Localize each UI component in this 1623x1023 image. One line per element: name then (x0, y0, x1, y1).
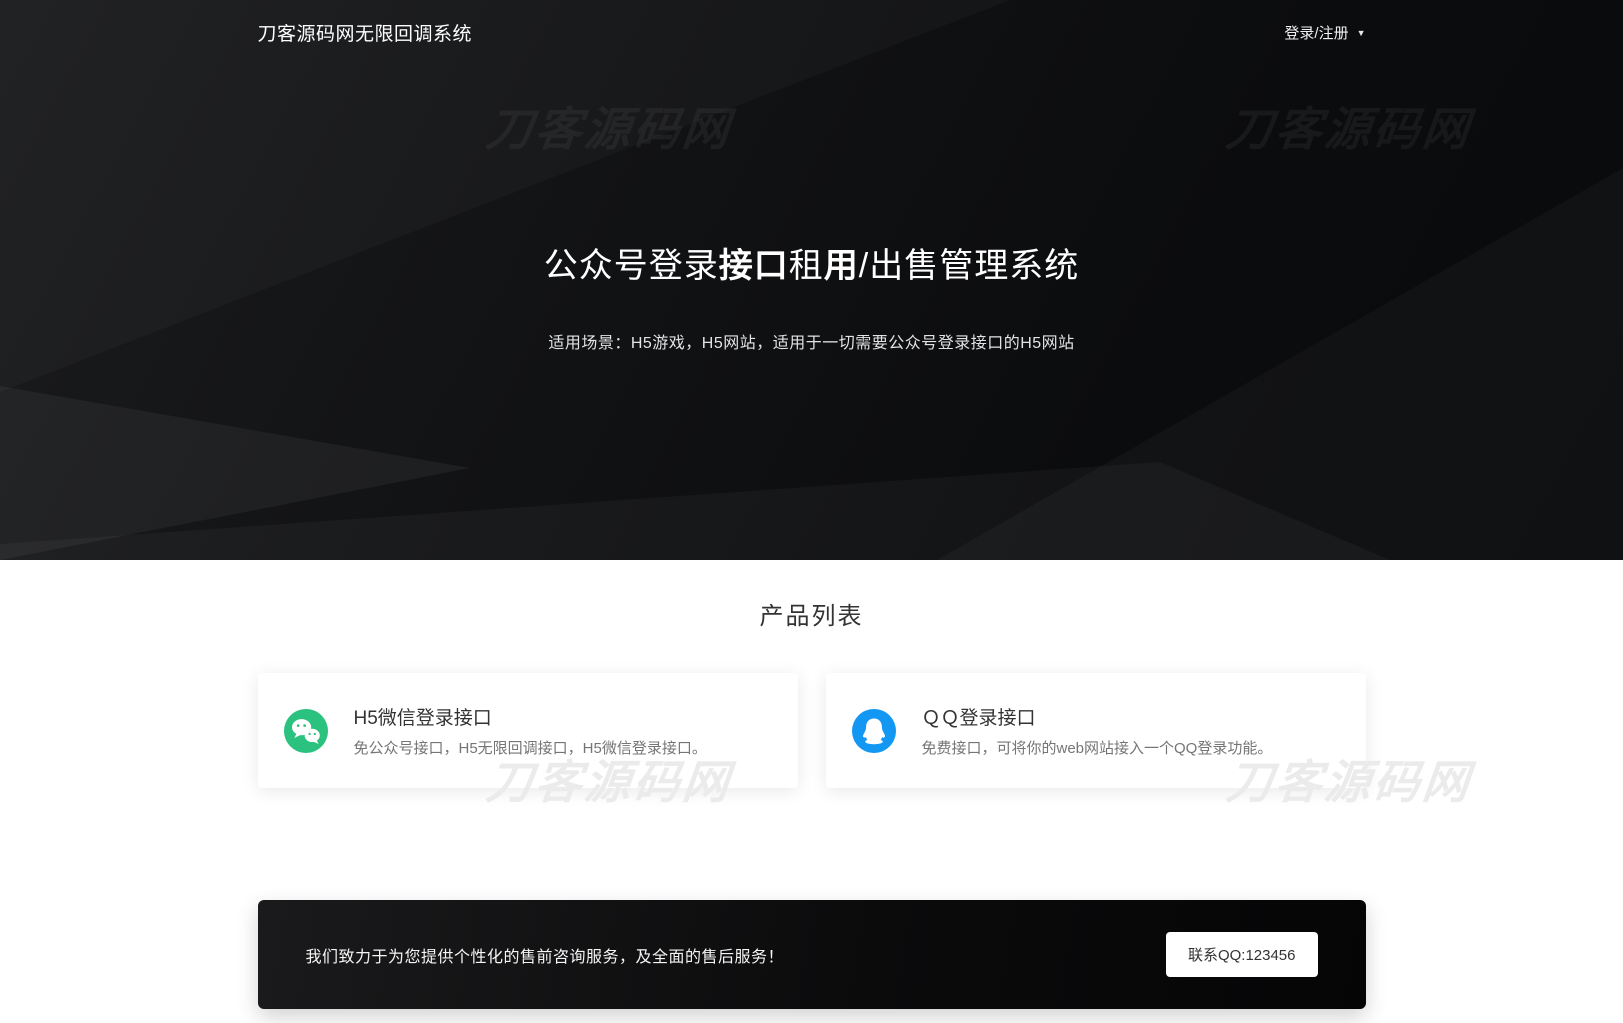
login-register-label: 登录/注册 (1284, 24, 1349, 42)
product-card-list: H5微信登录接口 免公众号接口，H5无限回调接口，H5微信登录接口。 ＱＱ登录接… (257, 673, 1366, 788)
wechat-icon (283, 708, 328, 753)
hero-copy: 公众号登录接口租用/出售管理系统 适用场景：H5游戏，H5网站，适用于一切需要公… (0, 238, 1623, 353)
contact-message: 我们致力于为您提供个性化的售前咨询服务，及全面的售后服务！ (305, 948, 785, 966)
product-description: 免公众号接口，H5无限回调接口，H5微信登录接口。 (353, 740, 707, 757)
qq-icon (851, 708, 896, 753)
product-card-text: ＱＱ登录接口 免费接口，可将你的web网站接入一个QQ登录功能。 (922, 703, 1273, 758)
footer-section: 我们致力于为您提供个性化的售前咨询服务，及全面的售后服务！ 联系QQ:12345… (257, 900, 1366, 1009)
product-description: 免费接口，可将你的web网站接入一个QQ登录功能。 (921, 740, 1273, 757)
products-section-title: 产品列表 (759, 603, 864, 630)
products-section: 产品列表 H5微信登录接口 免公众号接口，H5无限回调接口，H5微信登录接口。 … (0, 560, 1623, 1009)
product-title: ＱＱ登录接口 (921, 708, 1036, 729)
hero-banner: 刀客源码网无限回调系统 登录/注册 ▼ 公众号登录接口租用/出售管理系统 适用场… (0, 0, 1623, 560)
product-card-text: H5微信登录接口 免公众号接口，H5无限回调接口，H5微信登录接口。 (354, 703, 707, 758)
caret-down-icon: ▼ (1356, 27, 1366, 38)
top-navigation: 刀客源码网无限回调系统 登录/注册 ▼ (0, 0, 1623, 64)
product-title: H5微信登录接口 (353, 708, 492, 729)
product-card-qq[interactable]: ＱＱ登录接口 免费接口，可将你的web网站接入一个QQ登录功能。 (825, 673, 1366, 788)
contact-banner: 我们致力于为您提供个性化的售前咨询服务，及全面的售后服务！ 联系QQ:12345… (257, 900, 1366, 1009)
hero-title: 公众号登录接口租用/出售管理系统 (543, 247, 1080, 285)
hero-subtitle: 适用场景：H5游戏，H5网站，适用于一切需要公众号登录接口的H5网站 (548, 335, 1075, 352)
product-card-wechat[interactable]: H5微信登录接口 免公众号接口，H5无限回调接口，H5微信登录接口。 (257, 673, 798, 788)
login-register-menu[interactable]: 登录/注册 ▼ (1284, 22, 1365, 43)
contact-qq-button[interactable]: 联系QQ:123456 (1165, 932, 1318, 977)
site-brand[interactable]: 刀客源码网无限回调系统 (258, 19, 473, 46)
